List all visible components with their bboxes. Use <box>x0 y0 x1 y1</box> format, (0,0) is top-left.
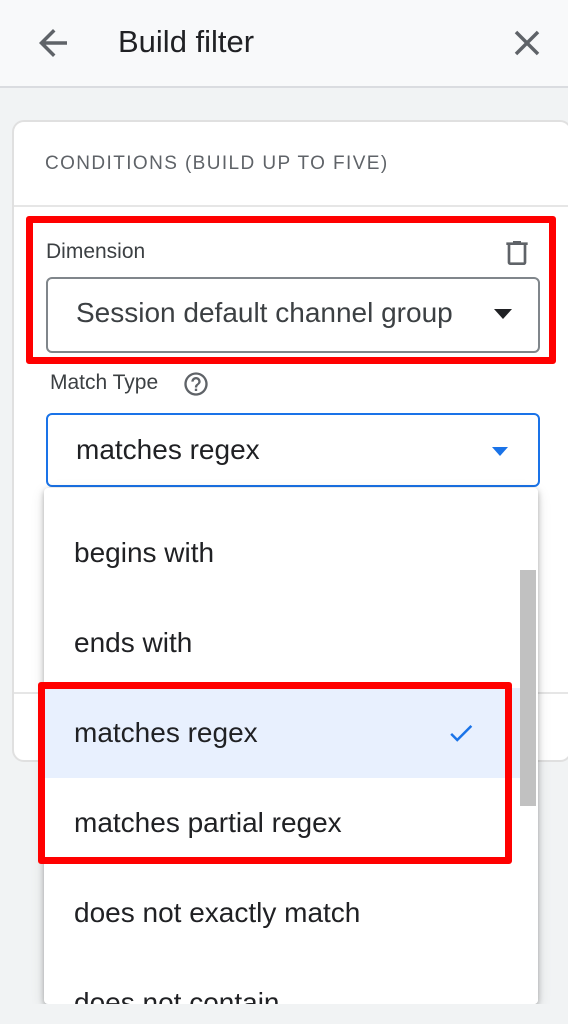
option-does-not-exactly-match[interactable]: does not exactly match <box>44 868 520 958</box>
match-type-dropdown: begins with ends with matches regex matc… <box>44 488 538 1004</box>
option-matches-regex[interactable]: matches regex <box>44 688 520 778</box>
dimension-value: Session default channel group <box>76 297 453 328</box>
divider <box>14 205 568 207</box>
trash-icon <box>506 241 528 265</box>
back-button[interactable] <box>32 22 74 64</box>
close-button[interactable] <box>506 22 548 64</box>
section-title: CONDITIONS (BUILD UP TO FIVE) <box>45 153 389 174</box>
match-type-label: Match Type <box>50 371 159 394</box>
match-type-select[interactable]: matches regex <box>46 413 540 487</box>
panel-header: Build filter <box>0 0 568 88</box>
caret-down-icon <box>492 447 508 456</box>
caret-down-icon <box>494 309 512 319</box>
scrollbar-thumb[interactable] <box>520 570 536 806</box>
build-filter-panel: Build filter CONDITIONS (BUILD UP TO FIV… <box>0 0 568 1024</box>
arrow-left-icon <box>39 29 67 57</box>
help-button[interactable] <box>182 370 210 398</box>
delete-condition-button[interactable] <box>501 237 533 269</box>
bottom-edge <box>0 1004 568 1024</box>
option-begins-with[interactable]: begins with <box>44 508 520 598</box>
help-icon <box>184 372 208 396</box>
dimension-select[interactable]: Session default channel group <box>46 277 540 353</box>
dimension-label: Dimension <box>46 240 146 263</box>
option-does-not-contain[interactable]: does not contain <box>44 958 520 1004</box>
option-matches-partial-regex[interactable]: matches partial regex <box>44 778 520 868</box>
option-label: matches regex <box>74 717 258 748</box>
check-icon <box>450 724 473 742</box>
option-ends-with[interactable]: ends with <box>44 598 520 688</box>
page-title: Build filter <box>118 24 255 59</box>
close-icon <box>514 30 540 56</box>
match-type-value: matches regex <box>76 434 260 465</box>
